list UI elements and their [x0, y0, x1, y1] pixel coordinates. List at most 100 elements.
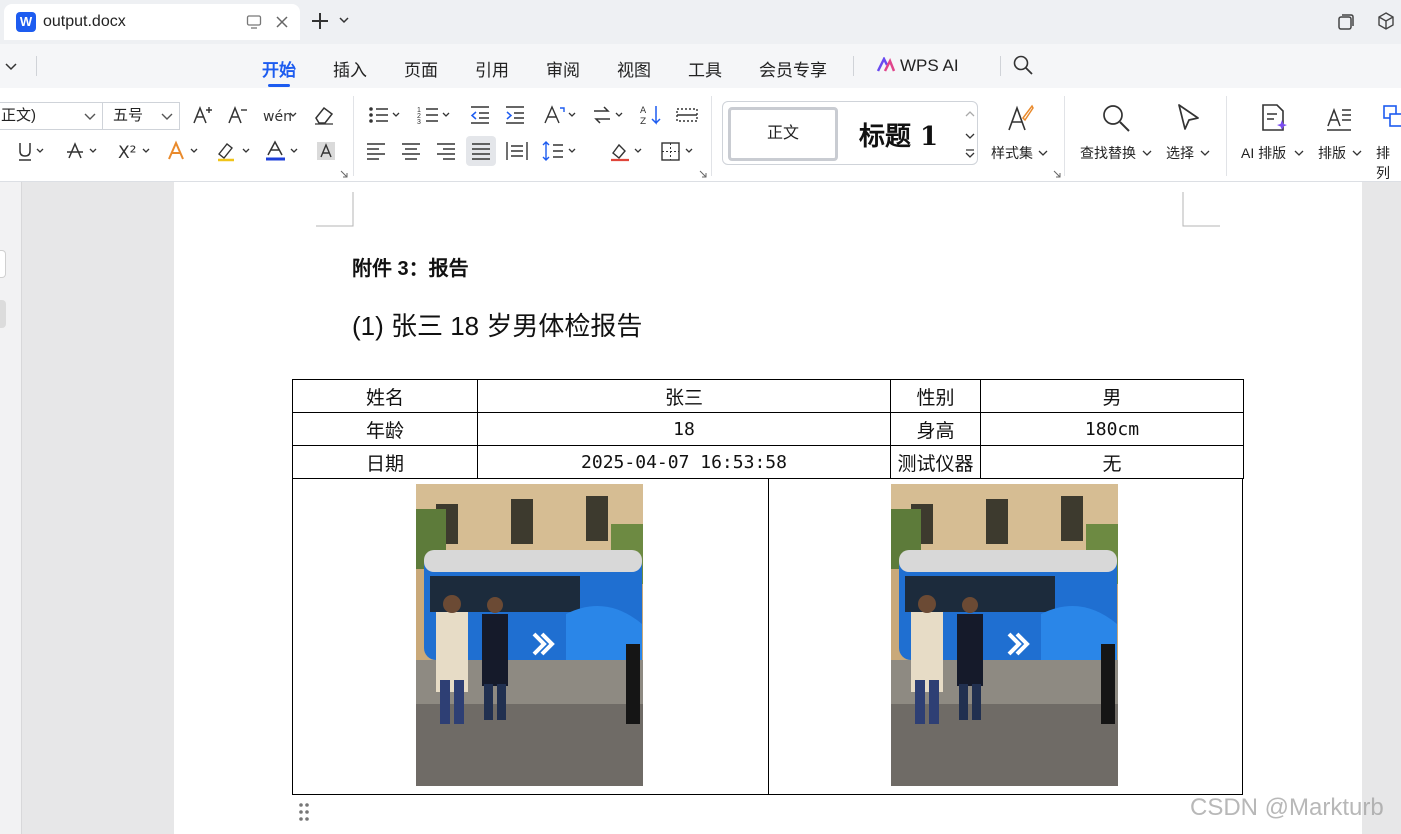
- document-page[interactable]: 附件 3：报告 (1) 张三 18 岁男体检报告 姓名 张三 性别 男 年龄 1…: [174, 182, 1362, 834]
- table-cell[interactable]: 姓名: [292, 379, 478, 413]
- tab-view[interactable]: 视图: [617, 56, 651, 81]
- arrange-label[interactable]: 排列: [1376, 143, 1401, 183]
- style-set-icon[interactable]: [1005, 102, 1035, 134]
- chevron-down-icon: [84, 113, 96, 120]
- numbered-list-icon[interactable]: 123: [417, 104, 453, 126]
- ribbon-divider: [1064, 96, 1065, 176]
- borders-icon[interactable]: [660, 140, 696, 162]
- table-cell[interactable]: 年龄: [292, 412, 478, 446]
- wps-ai-label: WPS AI: [900, 56, 959, 75]
- drag-handle-icon[interactable]: [298, 802, 310, 822]
- nav-pane-tab[interactable]: [0, 250, 6, 278]
- font-size-select[interactable]: 五号: [102, 102, 180, 130]
- svg-text:A: A: [640, 106, 647, 116]
- close-tab-icon[interactable]: [274, 14, 290, 30]
- table-cell[interactable]: 性别: [890, 379, 981, 413]
- monitor-icon[interactable]: [246, 14, 262, 30]
- tab-member[interactable]: 会员专享: [759, 56, 827, 81]
- nav-pane-tab[interactable]: [0, 300, 6, 328]
- search-icon[interactable]: [1012, 54, 1034, 76]
- table-cell[interactable]: 张三: [477, 379, 891, 413]
- arrange-icon[interactable]: [1382, 104, 1401, 132]
- table-cell[interactable]: 180cm: [980, 412, 1244, 446]
- street-photo[interactable]: [891, 484, 1118, 786]
- chevron-down-icon[interactable]: [338, 14, 350, 26]
- table-cell[interactable]: 日期: [292, 445, 478, 479]
- sort-icon[interactable]: A Z: [640, 104, 664, 126]
- style-heading1-button[interactable]: 标题 1: [859, 116, 938, 153]
- table-cell[interactable]: 18: [477, 412, 891, 446]
- find-replace-label[interactable]: 查找替换: [1080, 143, 1136, 163]
- strikethrough-icon[interactable]: [66, 140, 100, 162]
- ai-layout-label[interactable]: AI 排版: [1241, 143, 1286, 163]
- swap-direction-icon[interactable]: [591, 104, 627, 126]
- document-tab-title: output.docx: [43, 13, 126, 30]
- wps-ai-icon: [876, 57, 896, 72]
- table-cell[interactable]: 2025-04-07 16:53:58: [477, 445, 891, 479]
- style-set-label[interactable]: 样式集: [991, 143, 1033, 163]
- style-normal-button[interactable]: 正文: [728, 107, 838, 161]
- menu-divider: [1000, 56, 1001, 76]
- increase-indent-icon[interactable]: [504, 104, 526, 126]
- pinyin-guide-icon[interactable]: wén: [262, 104, 298, 126]
- decrease-indent-icon[interactable]: [469, 104, 491, 126]
- tab-insert[interactable]: 插入: [333, 56, 367, 81]
- chevron-down-icon: [161, 113, 173, 120]
- distributed-align-icon[interactable]: [505, 140, 529, 162]
- underline-icon[interactable]: [16, 140, 46, 162]
- grow-font-icon[interactable]: [192, 104, 214, 126]
- left-navigation-gutter: [0, 182, 22, 834]
- align-center-icon[interactable]: [400, 140, 422, 162]
- shrink-font-icon[interactable]: [227, 104, 249, 126]
- collapse-chevron-icon[interactable]: [4, 59, 18, 73]
- layout-icon[interactable]: [1325, 104, 1353, 132]
- font-name-select[interactable]: 正文): [0, 102, 103, 130]
- menu-bar: 开始 插入 页面 引用 审阅 视图 工具 会员专享 WPS AI: [0, 44, 1401, 88]
- line-spacing-icon[interactable]: [541, 140, 579, 162]
- wps-ai-button[interactable]: WPS AI: [876, 56, 959, 76]
- select-label[interactable]: 选择: [1166, 143, 1194, 163]
- table-row: 年龄 18 身高 180cm: [292, 412, 1244, 446]
- tab-references[interactable]: 引用: [475, 56, 509, 81]
- paragraph-dialog-launcher-icon[interactable]: [699, 170, 707, 178]
- street-photo[interactable]: [416, 484, 643, 786]
- table-cell[interactable]: 无: [980, 445, 1244, 479]
- table-cell[interactable]: 身高: [890, 412, 981, 446]
- find-replace-icon[interactable]: [1100, 102, 1132, 134]
- ribbon-divider: [353, 96, 354, 176]
- clear-format-eraser-icon[interactable]: [312, 104, 336, 126]
- street-photo-image: [891, 484, 1118, 786]
- text-effect-icon[interactable]: [166, 140, 200, 162]
- window-mode-icon[interactable]: [1336, 12, 1356, 32]
- style-dialog-launcher-icon[interactable]: [1053, 170, 1061, 178]
- cube-icon[interactable]: [1376, 11, 1396, 31]
- show-hide-marks-icon[interactable]: [675, 104, 699, 126]
- ai-layout-icon[interactable]: [1258, 102, 1290, 134]
- photo-cell-divider: [768, 478, 769, 794]
- paragraph-shading-icon[interactable]: [609, 140, 645, 162]
- table-cell[interactable]: 男: [980, 379, 1244, 413]
- tab-home[interactable]: 开始: [262, 56, 296, 87]
- ribbon-divider: [1226, 96, 1227, 176]
- table-cell[interactable]: 测试仪器: [890, 445, 981, 479]
- document-tab[interactable]: W output.docx: [4, 4, 300, 40]
- justify-button[interactable]: [466, 136, 496, 166]
- font-color-icon[interactable]: [264, 140, 300, 162]
- style-gallery-scroll-icon[interactable]: [963, 106, 977, 162]
- character-shading-icon[interactable]: [315, 140, 337, 162]
- tab-review[interactable]: 审阅: [546, 56, 580, 81]
- font-name-value: 正文): [1, 107, 36, 124]
- layout-label[interactable]: 排版: [1318, 143, 1346, 163]
- align-left-icon[interactable]: [365, 140, 387, 162]
- font-dialog-launcher-icon[interactable]: [340, 170, 348, 178]
- highlight-icon[interactable]: [216, 140, 252, 162]
- select-cursor-icon[interactable]: [1174, 102, 1204, 134]
- new-tab-plus-icon[interactable]: [310, 11, 330, 31]
- text-direction-icon[interactable]: [541, 104, 579, 126]
- tab-tools[interactable]: 工具: [688, 56, 722, 81]
- font-size-value: 五号: [113, 107, 144, 124]
- superscript-icon[interactable]: X²: [117, 140, 151, 162]
- align-right-icon[interactable]: [435, 140, 457, 162]
- tab-page[interactable]: 页面: [404, 56, 438, 81]
- bullet-list-icon[interactable]: [367, 104, 403, 126]
